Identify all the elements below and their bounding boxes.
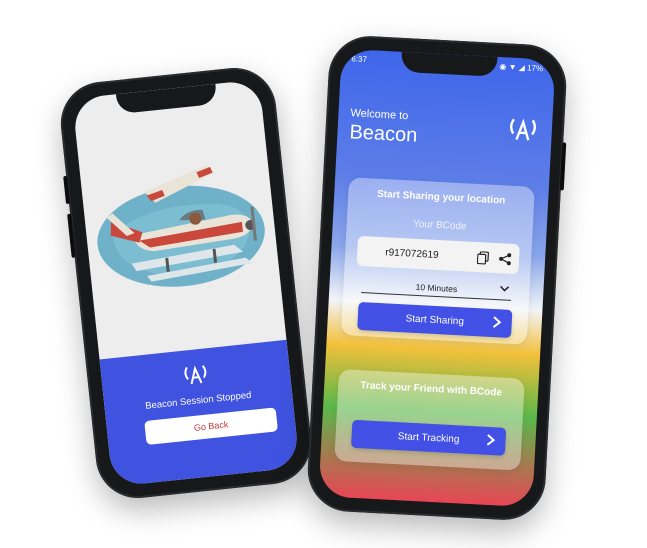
left-screen: Beacon Session Stopped Go Back — [72, 79, 300, 487]
start-tracking-label: Start Tracking — [397, 430, 460, 445]
start-tracking-button[interactable]: Start Tracking — [350, 419, 507, 456]
right-screen: 6:37 ◉ ▼ ◢ 17% Welcome to Beacon Start S… — [318, 48, 556, 508]
share-icon[interactable] — [497, 250, 514, 267]
share-card-title: Start Sharing your location — [376, 188, 506, 207]
track-friend-card: Track your Friend with BCode Start Track… — [334, 369, 525, 471]
start-sharing-label: Start Sharing — [405, 312, 465, 327]
duration-dropdown[interactable]: 10 Minutes — [361, 276, 512, 301]
app-title: Beacon — [348, 121, 418, 147]
copy-icon[interactable] — [475, 249, 492, 266]
chevron-right-icon — [491, 315, 502, 333]
status-time: 6:37 — [351, 54, 368, 65]
notch — [400, 51, 498, 77]
chevron-down-icon — [499, 284, 510, 295]
welcome-text: Welcome to — [350, 107, 409, 123]
phone-right: 6:37 ◉ ▼ ◢ 17% Welcome to Beacon Start S… — [305, 34, 569, 522]
bcode-label: Your BCode — [412, 218, 467, 233]
phone-left: Beacon Session Stopped Go Back — [56, 63, 316, 503]
track-card-title: Track your Friend with BCode — [360, 380, 503, 399]
bcode-value: r917072619 — [384, 246, 439, 261]
bcode-box: r917072619 — [356, 235, 520, 275]
chevron-right-icon — [485, 433, 496, 451]
start-sharing-button[interactable]: Start Sharing — [357, 301, 513, 338]
status-indicators: ◉ ▼ ◢ 17% — [499, 61, 544, 74]
stopped-panel: Beacon Session Stopped Go Back — [99, 339, 300, 487]
duration-selected: 10 Minutes — [415, 281, 458, 295]
share-location-card: Start Sharing your location Your BCode r… — [340, 177, 535, 345]
seaplane-illustration — [97, 165, 265, 287]
power-button — [559, 142, 567, 191]
notch — [115, 83, 218, 115]
volume-button — [67, 213, 76, 258]
beacon-antenna-icon — [507, 116, 539, 149]
volume-button — [63, 175, 71, 205]
go-back-button[interactable]: Go Back — [144, 407, 278, 445]
